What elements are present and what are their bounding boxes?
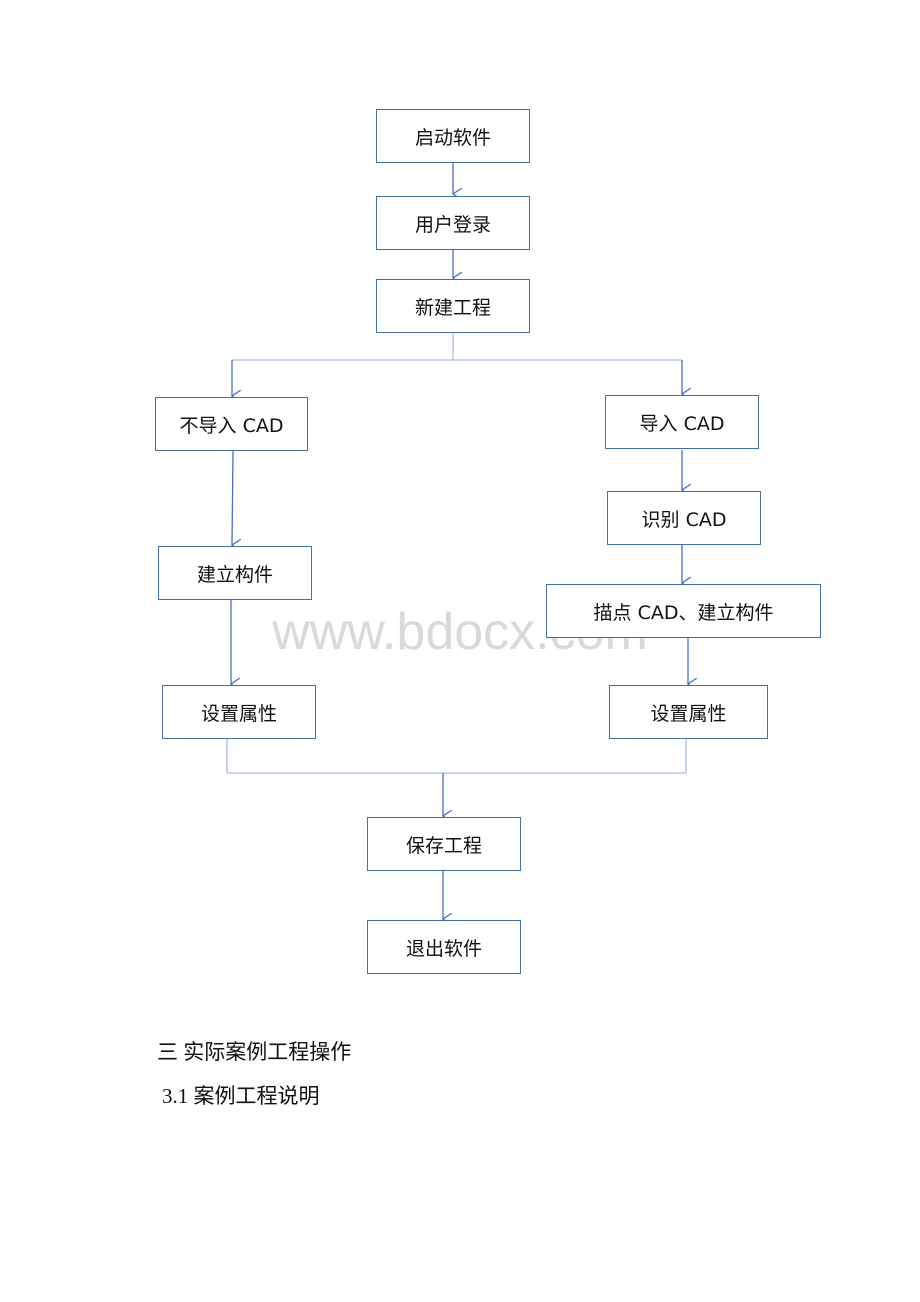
document-page: www.bdocx.com 启动软件 用户登录 新建工程 不导入 CAD 导入 … xyxy=(0,0,920,1302)
section-heading: 三 实际案例工程操作 xyxy=(157,1040,352,1064)
node-no-import-cad: 不导入 CAD xyxy=(155,397,308,451)
node-set-attributes-right: 设置属性 xyxy=(609,685,768,739)
node-user-login: 用户登录 xyxy=(376,196,530,250)
node-new-project: 新建工程 xyxy=(376,279,530,333)
node-exit-software: 退出软件 xyxy=(367,920,521,974)
node-import-cad: 导入 CAD xyxy=(605,395,759,449)
node-build-components: 建立构件 xyxy=(158,546,312,600)
section-subheading: 3.1 案例工程说明 xyxy=(162,1084,320,1108)
node-save-project: 保存工程 xyxy=(367,817,521,871)
arrow-noimport-build xyxy=(232,450,233,545)
node-set-attributes-left: 设置属性 xyxy=(162,685,316,739)
node-identify-cad: 识别 CAD xyxy=(607,491,761,545)
node-start-software: 启动软件 xyxy=(376,109,530,163)
node-trace-cad-build: 描点 CAD、建立构件 xyxy=(546,584,821,638)
